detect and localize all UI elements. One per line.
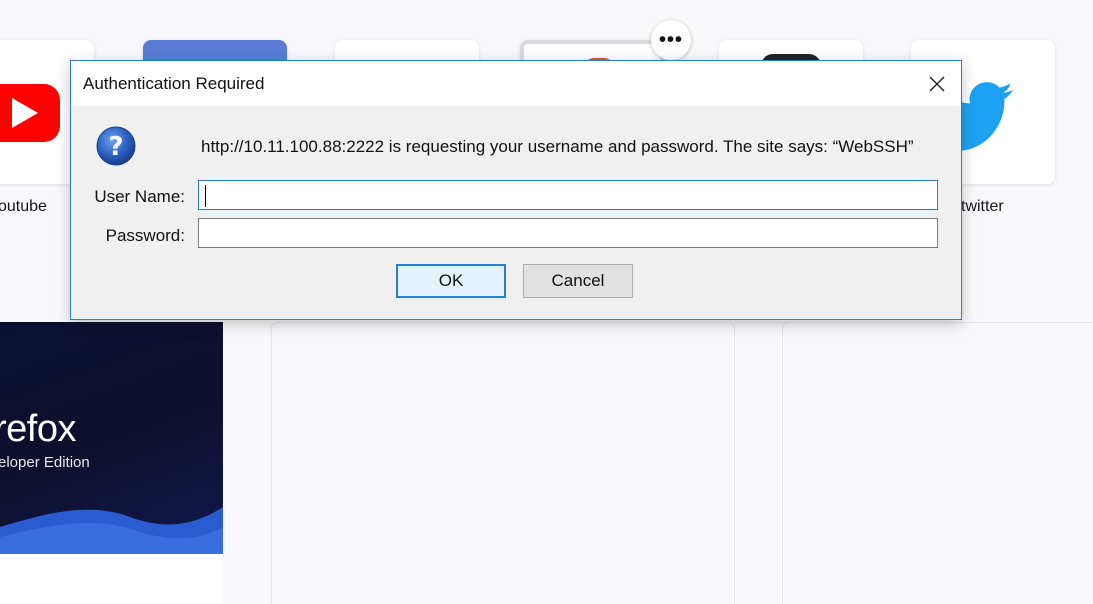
top-site-label-twitter: twitter <box>961 198 1004 215</box>
highlight-card-firefox-dev[interactable]: refox eloper Edition <box>0 322 223 604</box>
username-label: User Name: <box>94 187 185 206</box>
dialog-message: http://10.11.100.88:2222 is requesting y… <box>201 137 914 156</box>
close-button[interactable] <box>922 69 952 99</box>
more-options-icon: ••• <box>658 29 683 51</box>
hero-title: refox <box>0 408 76 450</box>
more-options-button[interactable]: ••• <box>651 20 691 60</box>
text-caret <box>205 185 206 207</box>
close-icon <box>929 76 945 92</box>
ok-button[interactable]: OK <box>396 264 506 298</box>
firefox-new-tab-page: outube ••• twitter refox eloper Edition … <box>0 0 1093 604</box>
hero-subtitle: eloper Edition <box>0 454 90 471</box>
divider <box>735 322 1093 323</box>
highlight-card-2[interactable] <box>271 322 735 604</box>
svg-text:?: ? <box>108 132 123 162</box>
username-input[interactable] <box>198 180 938 210</box>
cancel-button[interactable]: Cancel <box>523 264 633 298</box>
top-site-label-youtube: outube <box>0 198 47 215</box>
dialog-title: Authentication Required <box>83 74 265 93</box>
password-input[interactable] <box>198 218 938 248</box>
firefox-dev-edition-image: refox eloper Edition <box>0 322 223 554</box>
highlight-card-3[interactable] <box>782 322 1093 604</box>
question-icon: ? <box>96 126 136 166</box>
authentication-dialog: Authentication Required ? http://10.11.1… <box>70 60 962 320</box>
dialog-titlebar: Authentication Required <box>71 61 961 106</box>
password-label: Password: <box>105 226 185 245</box>
